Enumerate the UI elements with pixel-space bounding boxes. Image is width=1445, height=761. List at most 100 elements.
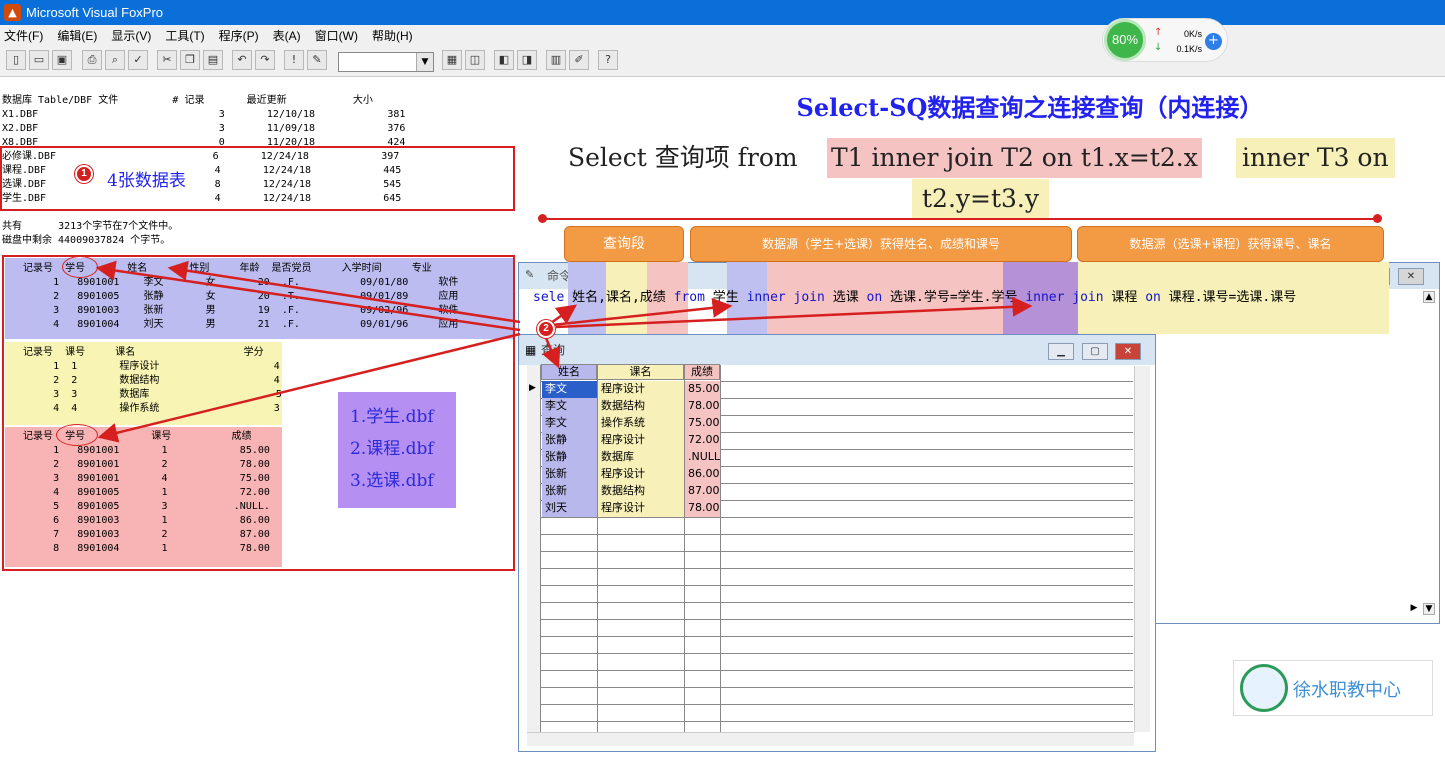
scroll-down-arrow[interactable]: ▼	[1423, 603, 1435, 615]
source1-label: 数据源（学生+选课）获得姓名、成绩和课号	[690, 226, 1072, 262]
cmd-from: from	[673, 290, 713, 305]
menu-view[interactable]: 显示(V)	[111, 27, 151, 44]
annotation-marker-1: 1	[75, 165, 93, 183]
cell-score[interactable]: 85.00	[685, 381, 720, 398]
close-icon[interactable]: ✕	[1115, 343, 1141, 360]
cmd-field: 姓名,	[572, 290, 606, 305]
cmd-inner-join: inner join	[1025, 290, 1112, 305]
data-session-icon[interactable]: ◫	[465, 50, 485, 70]
menu-program[interactable]: 程序(P)	[219, 27, 259, 44]
cell-score[interactable]: 86.00	[685, 466, 720, 483]
cell-name[interactable]: 张静	[542, 432, 597, 449]
redo-icon[interactable]: ↷	[255, 50, 275, 70]
page-title: Select-SQ数据查询之连接查询（内连接）	[796, 93, 1264, 122]
table-row: 4 4 操作系统 3	[5, 403, 280, 414]
cell-name[interactable]: 张静	[542, 449, 597, 466]
cmd-field: 课名,	[605, 290, 640, 305]
cell-score[interactable]: 87.00	[685, 483, 720, 500]
cell-score[interactable]: 78.00	[685, 500, 720, 517]
paste-icon[interactable]: ▤	[203, 50, 223, 70]
menu-table[interactable]: 表(A)	[273, 27, 301, 44]
new-icon[interactable]: ▯	[6, 50, 26, 70]
table-row: 7 8901003 2 87.00	[5, 529, 270, 540]
col-header-score[interactable]: 成绩	[684, 364, 720, 380]
cell-course[interactable]: 程序设计	[598, 432, 684, 449]
query-section-label: 查询段	[564, 226, 684, 262]
wizard-icon[interactable]: ✐	[569, 50, 589, 70]
memory-percent[interactable]: 80%	[1104, 19, 1146, 61]
command-window-icon[interactable]: ▦	[442, 50, 462, 70]
table-row: 2 8901001 2 78.00	[5, 459, 270, 470]
cell-score[interactable]: 75.00	[685, 415, 720, 432]
form-icon[interactable]: ▥	[546, 50, 566, 70]
undo-icon[interactable]: ↶	[232, 50, 252, 70]
menu-edit[interactable]: 编辑(E)	[57, 27, 97, 44]
table-row: 6 8901003 1 86.00	[5, 515, 270, 526]
cmd-table: 学生	[712, 290, 747, 305]
cmd-table: 课程	[1111, 290, 1146, 305]
preview-icon[interactable]: ⌕	[105, 50, 125, 70]
scroll-up-arrow[interactable]: ▲	[1423, 291, 1435, 303]
cmd-condition: 选课.学号=	[890, 290, 958, 305]
cell-course[interactable]: 数据库	[598, 449, 684, 466]
col-header-course[interactable]: 课名	[597, 364, 684, 380]
current-row-icon: ▶	[529, 383, 536, 393]
cell-name[interactable]: 刘天	[542, 500, 597, 517]
save-icon[interactable]: ▣	[52, 50, 72, 70]
modify-icon[interactable]: ✎	[307, 50, 327, 70]
menu-file[interactable]: 文件(F)	[4, 27, 43, 44]
table-row: 2 8901005 张静 女 20 .T. 09/01/89 应用	[5, 291, 459, 302]
toolbar: ▯ ▭ ▣ ⎙ ⌕ ✓ ✂ ❐ ▤ ↶ ↷ ! ✎ ▦ ◫ ◧ ◨ ▥ ✐ ?	[0, 45, 1445, 77]
table-row: 4 8901004 刘天 男 21 .F. 09/01/96 应用	[5, 319, 459, 330]
table-row: 2 2 数据结构 4	[5, 375, 280, 386]
menu-help[interactable]: 帮助(H)	[372, 27, 413, 44]
report-icon[interactable]: ◨	[517, 50, 537, 70]
vertical-scrollbar[interactable]	[1134, 366, 1150, 732]
download-speed: 0.1K/s	[1176, 44, 1202, 54]
scroll-right-arrow[interactable]: ▶	[1408, 603, 1420, 615]
school-emblem-icon	[1240, 664, 1288, 712]
spell-icon[interactable]: ✓	[128, 50, 148, 70]
cell-score[interactable]: 78.00	[685, 398, 720, 415]
cell-name[interactable]: 张新	[542, 483, 597, 500]
help-icon[interactable]: ?	[598, 50, 618, 70]
col-header-name[interactable]: 姓名	[541, 364, 597, 380]
cell-course[interactable]: 程序设计	[598, 466, 684, 483]
cut-icon[interactable]: ✂	[157, 50, 177, 70]
maximize-icon[interactable]: ▢	[1082, 343, 1108, 360]
cell-score[interactable]: 72.00	[685, 432, 720, 449]
table-row: 4 8901005 1 72.00	[5, 487, 270, 498]
cell-course[interactable]: 操作系统	[598, 415, 684, 432]
cell-name[interactable]: 李文	[542, 381, 597, 398]
horizontal-scrollbar[interactable]	[527, 732, 1134, 746]
menu-window[interactable]: 窗口(W)	[315, 27, 358, 44]
plus-icon[interactable]: +	[1205, 33, 1222, 50]
print-icon[interactable]: ⎙	[82, 50, 102, 70]
cell-course[interactable]: 数据结构	[598, 483, 684, 500]
database-designer-icon[interactable]: ◧	[494, 50, 514, 70]
table-row: 1 1 程序设计 4	[5, 361, 280, 372]
command-icon: ✎	[525, 268, 535, 281]
record-selector-column	[527, 365, 541, 745]
minimize-icon[interactable]: ▁	[1048, 343, 1074, 360]
cell-name[interactable]: 张新	[542, 466, 597, 483]
cell-name[interactable]: 李文	[542, 398, 597, 415]
copy-icon[interactable]: ❐	[180, 50, 200, 70]
cmd-on: on	[866, 290, 890, 305]
chevron-down-icon[interactable]: ▼	[416, 53, 433, 71]
menu-tools[interactable]: 工具(T)	[165, 27, 204, 44]
cell-course[interactable]: 程序设计	[598, 500, 684, 517]
table-row: 3 3 数据库 5	[5, 389, 282, 400]
run-icon[interactable]: !	[284, 50, 304, 70]
dbf-list-item: 1.学生.dbf	[350, 407, 434, 427]
cell-course[interactable]: 数据结构	[598, 398, 684, 415]
close-icon[interactable]: ✕	[1398, 268, 1424, 285]
cmd-condition: 学生.学号	[957, 290, 1026, 305]
cell-name[interactable]: 李文	[542, 415, 597, 432]
fox-icon: ▲	[4, 4, 21, 21]
open-icon[interactable]: ▭	[29, 50, 49, 70]
command-line[interactable]: sele 姓名,课名,成绩 from 学生 inner join 选课 on 选…	[533, 289, 1296, 307]
list-item: X1.DBF 3 12/10/18 381	[2, 109, 406, 120]
cell-course[interactable]: 程序设计	[598, 381, 684, 398]
cell-score[interactable]: .NULL.	[685, 449, 720, 466]
